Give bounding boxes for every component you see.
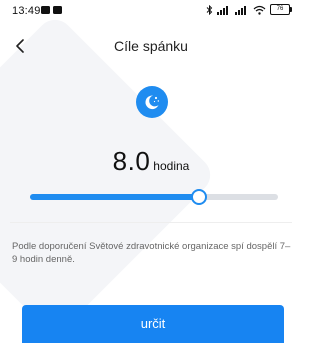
goal-value: 8.0 xyxy=(112,146,151,176)
signal-icon xyxy=(217,5,228,15)
slider-fill xyxy=(30,194,199,200)
notification-icons xyxy=(41,6,62,14)
goal-unit: hodina xyxy=(153,159,190,173)
battery-icon: 76 xyxy=(270,4,292,15)
wifi-icon xyxy=(253,5,266,15)
notification-icon xyxy=(41,6,50,14)
sleep-goal-slider[interactable] xyxy=(30,189,278,205)
slider-thumb[interactable] xyxy=(190,189,207,205)
divider xyxy=(10,222,292,223)
page-title: Cíle spánku xyxy=(114,38,188,54)
bluetooth-icon xyxy=(206,4,213,15)
signal-icon xyxy=(235,5,246,15)
status-right: 76 xyxy=(206,4,292,15)
confirm-button[interactable]: určit xyxy=(22,305,284,343)
status-bar: 13:49 76 xyxy=(0,0,302,22)
notification-icon xyxy=(53,6,62,14)
nav-bar: Cíle spánku xyxy=(0,28,302,68)
goal-value-row: 8.0 hodina xyxy=(0,146,302,177)
status-time: 13:49 xyxy=(12,5,41,17)
recommendation-note: Podle doporučení Světové zdravotnické or… xyxy=(12,241,291,265)
moon-stars-icon xyxy=(136,86,168,118)
